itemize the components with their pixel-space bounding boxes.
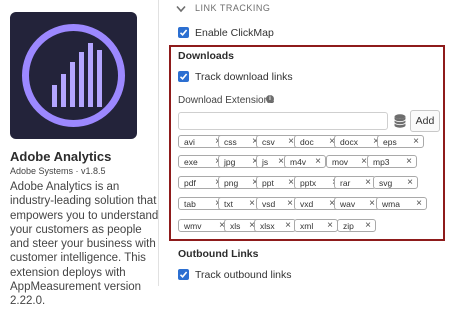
track-download-links-label[interactable]: Track download links — [195, 71, 293, 83]
extension-tag: vsd × — [256, 197, 298, 210]
download-extension-input[interactable] — [178, 112, 388, 130]
extension-tag-label: xls — [230, 220, 241, 231]
enable-clickmap-label[interactable]: Enable ClickMap — [195, 27, 274, 39]
remove-tag-icon[interactable]: × — [310, 156, 321, 167]
extension-tag-label: css — [224, 136, 237, 147]
remove-tag-icon[interactable]: × — [283, 136, 294, 147]
extension-tag: mp3 × — [367, 155, 417, 168]
extension-name: Adobe Analytics — [10, 149, 112, 164]
extension-tag-label: vxd — [300, 198, 314, 209]
adobe-analytics-logo — [10, 12, 137, 139]
extension-tag: txt × — [218, 197, 260, 210]
extension-tag-label: m4v — [290, 156, 307, 167]
extension-tag: csv × — [256, 135, 299, 148]
extension-tag-label: ppt — [262, 177, 274, 188]
track-outbound-links-checkbox[interactable] — [178, 269, 189, 280]
extension-description: Adobe Analytics is an industry-leading s… — [10, 181, 159, 308]
extension-tag: wma × — [376, 197, 427, 210]
extension-tag: m4v × — [284, 155, 326, 168]
extension-tag-label: xml — [300, 220, 314, 231]
chevron-down-icon[interactable] — [176, 5, 186, 13]
extension-tag: zip × — [337, 219, 376, 232]
enable-clickmap-checkbox[interactable] — [178, 27, 189, 38]
extension-tag-label: wav — [340, 198, 356, 209]
extension-tag-label: wma — [382, 198, 400, 209]
remove-tag-icon[interactable]: × — [408, 136, 419, 147]
extension-tag: rar × — [334, 176, 376, 189]
extension-tag-label: rar — [340, 177, 351, 188]
track-download-links-checkbox[interactable] — [178, 71, 189, 82]
extension-tag-label: csv — [262, 136, 275, 147]
extension-tag-label: avi — [184, 136, 195, 147]
section-heading-link-tracking[interactable]: LINK TRACKING — [195, 3, 270, 13]
extension-tag-label: mp3 — [373, 156, 390, 167]
extension-tag-label: exe — [184, 156, 198, 167]
extension-tag: eps × — [377, 135, 424, 148]
remove-tag-icon[interactable]: × — [244, 198, 255, 209]
extension-tag-label: pdf — [184, 177, 196, 188]
extension-tag: mov × — [326, 155, 372, 168]
remove-tag-icon[interactable]: × — [273, 156, 284, 167]
checkmark-icon — [179, 271, 188, 278]
extension-tag-label: doc — [300, 136, 314, 147]
downloads-heading: Downloads — [178, 50, 235, 62]
remove-tag-icon[interactable]: × — [283, 177, 294, 188]
remove-tag-icon[interactable]: × — [360, 220, 371, 231]
extension-tag-label: vsd — [262, 198, 276, 209]
panel-divider — [158, 0, 159, 286]
extension-tag-label: wmv — [184, 220, 202, 231]
extension-vendor-version: Adobe Systems · v1.8.5 — [10, 166, 106, 176]
add-extension-button[interactable]: Add — [410, 110, 440, 132]
extension-tag: xml × — [294, 219, 338, 232]
extension-tag-label: mov — [332, 156, 349, 167]
extension-tag-label: eps — [383, 136, 397, 147]
download-extensions-label: Download Extensions — [178, 95, 275, 106]
extension-tag-label: zip — [343, 220, 354, 231]
remove-tag-icon[interactable]: × — [364, 198, 375, 209]
info-icon[interactable]: i — [266, 95, 274, 103]
extension-tag-label: tab — [184, 198, 196, 209]
outbound-links-heading: Outbound Links — [178, 248, 259, 260]
remove-tag-icon[interactable]: × — [411, 198, 422, 209]
extension-tag: svg × — [373, 176, 418, 189]
extension-info-panel: Adobe Analytics Adobe Systems · v1.8.5 A… — [0, 0, 160, 307]
extension-tag: wmv × — [178, 219, 230, 232]
remove-tag-icon[interactable]: × — [401, 156, 412, 167]
download-extension-tag-list: avi×css×csv×doc×docx×eps×exe×jpg×js×m4v×… — [178, 135, 442, 237]
extension-tag: ppt × — [256, 176, 299, 189]
extension-tag-label: xlsx — [260, 220, 275, 231]
checkmark-icon — [179, 73, 188, 80]
remove-tag-icon[interactable]: × — [356, 156, 367, 167]
extension-tag: wav × — [334, 197, 380, 210]
extension-tag-label: txt — [224, 198, 233, 209]
remove-tag-icon[interactable]: × — [360, 177, 371, 188]
extension-tag-label: svg — [379, 177, 393, 188]
extension-tag-label: pptx — [300, 177, 317, 188]
extension-tag: xlsx × — [254, 219, 296, 232]
track-outbound-links-label[interactable]: Track outbound links — [195, 269, 292, 281]
remove-tag-icon[interactable]: × — [280, 220, 291, 231]
remove-tag-icon[interactable]: × — [282, 198, 293, 209]
extension-tag-label: docx — [340, 136, 358, 147]
extension-tag-label: jpg — [224, 156, 236, 167]
remove-tag-icon[interactable]: × — [402, 177, 413, 188]
remove-tag-icon[interactable]: × — [322, 220, 333, 231]
data-element-icon[interactable] — [394, 114, 406, 128]
extension-tag-label: js — [262, 156, 269, 167]
checkmark-icon — [179, 29, 188, 36]
extension-tag-label: png — [224, 177, 239, 188]
